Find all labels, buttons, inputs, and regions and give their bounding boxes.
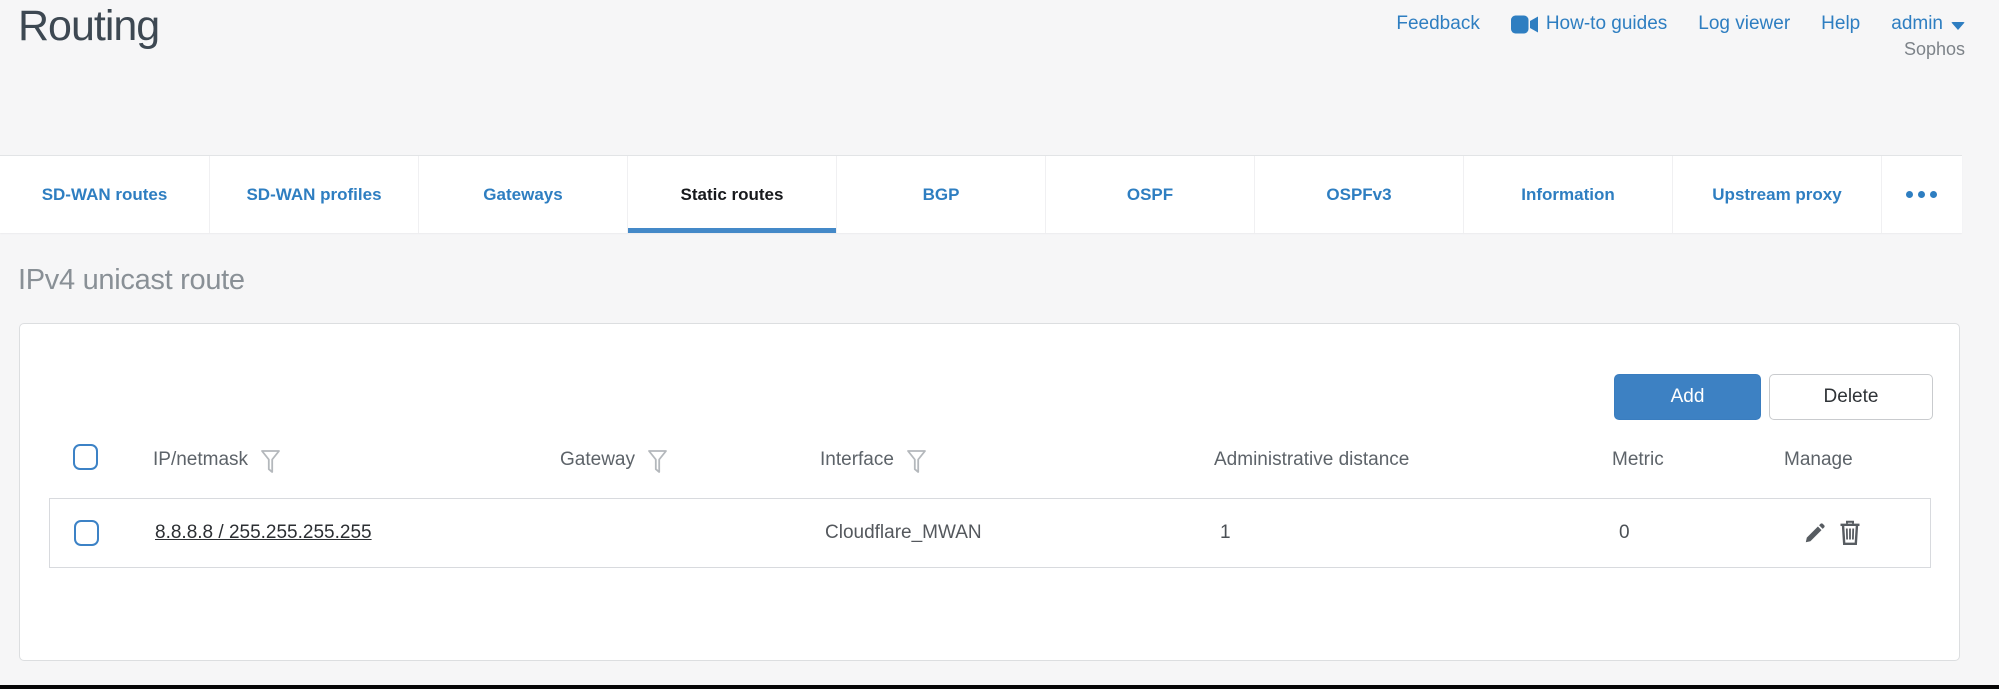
- log-viewer-link[interactable]: Log viewer: [1698, 13, 1790, 35]
- column-label: Metric: [1612, 449, 1664, 471]
- ellipsis-icon: [1906, 191, 1937, 198]
- column-label: Manage: [1784, 449, 1853, 471]
- window-bottom-edge: [0, 685, 1999, 689]
- section-heading: IPv4 unicast route: [18, 264, 245, 297]
- tab-ospf[interactable]: OSPF: [1045, 156, 1254, 233]
- tab-bgp[interactable]: BGP: [836, 156, 1045, 233]
- user-name: admin: [1891, 13, 1943, 35]
- column-header-manage: Manage: [1784, 446, 1853, 474]
- howto-guides-label: How-to guides: [1546, 13, 1667, 35]
- howto-guides-link[interactable]: How-to guides: [1511, 13, 1667, 35]
- column-header-ip-netmask: IP/netmask: [153, 446, 281, 474]
- delete-trash-icon[interactable]: [1839, 520, 1861, 546]
- tab-sd-wan-profiles[interactable]: SD-WAN profiles: [209, 156, 418, 233]
- tab-bar: SD-WAN routes SD-WAN profiles Gateways S…: [0, 155, 1962, 233]
- column-label: Interface: [820, 449, 894, 471]
- video-camera-icon: [1511, 15, 1538, 34]
- column-header-gateway: Gateway: [560, 446, 668, 474]
- tab-overflow-menu[interactable]: [1881, 156, 1961, 233]
- tab-information[interactable]: Information: [1463, 156, 1672, 233]
- column-header-admin-distance: Administrative distance: [1214, 446, 1409, 474]
- funnel-icon[interactable]: [647, 449, 668, 474]
- add-button[interactable]: Add: [1614, 374, 1761, 420]
- header-nav: Feedback How-to guides Log viewer Help a…: [1396, 13, 1965, 35]
- tab-gateways[interactable]: Gateways: [418, 156, 627, 233]
- tab-ospfv3[interactable]: OSPFv3: [1254, 156, 1463, 233]
- funnel-icon[interactable]: [906, 449, 927, 474]
- route-ip-netmask-link[interactable]: 8.8.8.8 / 255.255.255.255: [155, 522, 372, 544]
- column-header-metric: Metric: [1612, 446, 1664, 474]
- tab-static-routes[interactable]: Static routes: [627, 156, 836, 233]
- row-checkbox[interactable]: [74, 520, 99, 546]
- table-row: 8.8.8.8 / 255.255.255.255 Cloudflare_MWA…: [49, 498, 1931, 568]
- chevron-down-icon: [1951, 22, 1965, 30]
- user-menu[interactable]: admin: [1891, 13, 1965, 35]
- page-title: Routing: [18, 2, 159, 51]
- routes-card: Add Delete IP/netmask Gateway Interface …: [19, 323, 1960, 661]
- edit-pencil-icon[interactable]: [1802, 521, 1827, 546]
- route-interface: Cloudflare_MWAN: [825, 522, 982, 544]
- route-manage-actions: [1802, 520, 1861, 546]
- tab-upstream-proxy[interactable]: Upstream proxy: [1672, 156, 1881, 233]
- column-header-interface: Interface: [820, 446, 927, 474]
- column-label: Administrative distance: [1214, 449, 1409, 471]
- route-admin-distance: 1: [1220, 522, 1231, 544]
- column-label: Gateway: [560, 449, 635, 471]
- column-label: IP/netmask: [153, 449, 248, 471]
- brand-label: Sophos: [1904, 39, 1965, 60]
- select-all-checkbox[interactable]: [73, 444, 98, 470]
- help-link[interactable]: Help: [1821, 13, 1860, 35]
- feedback-link[interactable]: Feedback: [1396, 13, 1479, 35]
- tab-sd-wan-routes[interactable]: SD-WAN routes: [0, 156, 209, 233]
- funnel-icon[interactable]: [260, 449, 281, 474]
- delete-button[interactable]: Delete: [1769, 374, 1933, 420]
- route-metric: 0: [1619, 522, 1630, 544]
